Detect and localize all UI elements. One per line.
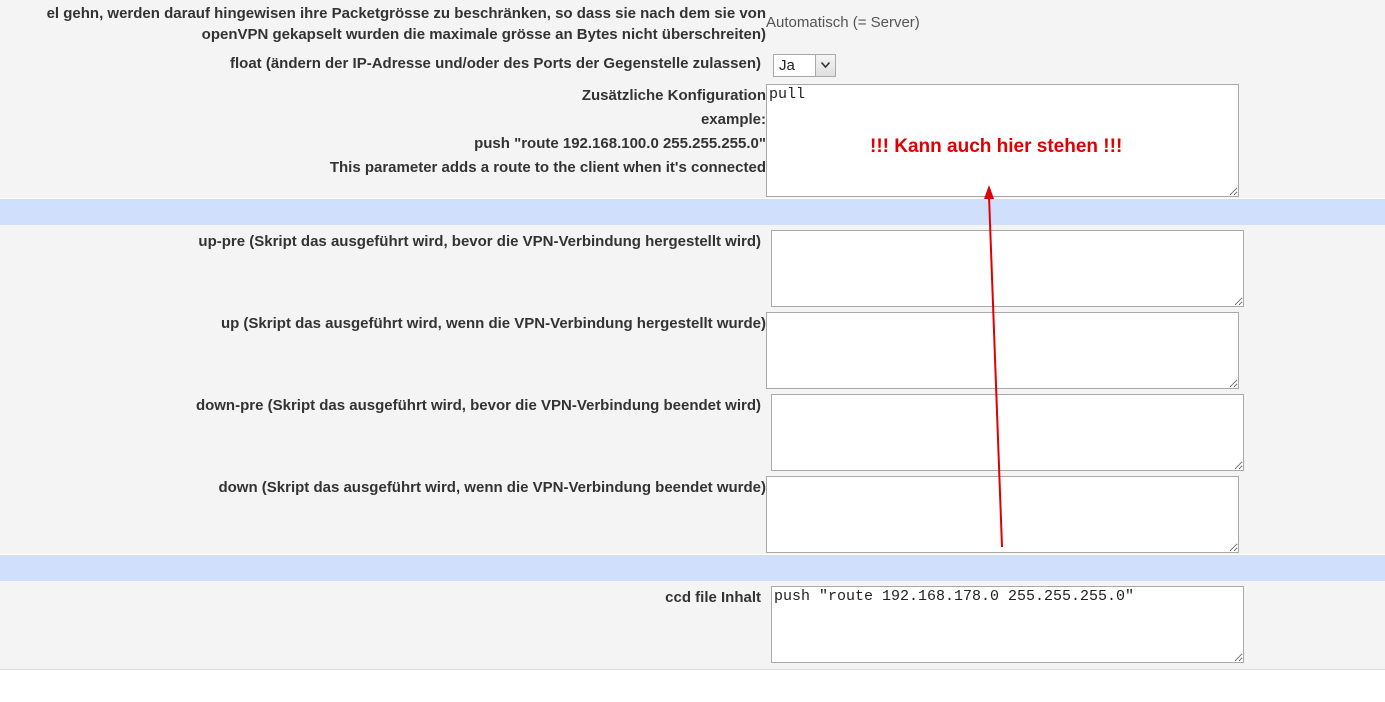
annotation-arrow-head — [984, 185, 994, 199]
annotation-arrow — [984, 185, 1003, 548]
openvpn-settings-page: el gehn, werden darauf hingewisen ihre P… — [0, 0, 1385, 702]
annotation-arrow-line — [988, 195, 1003, 548]
